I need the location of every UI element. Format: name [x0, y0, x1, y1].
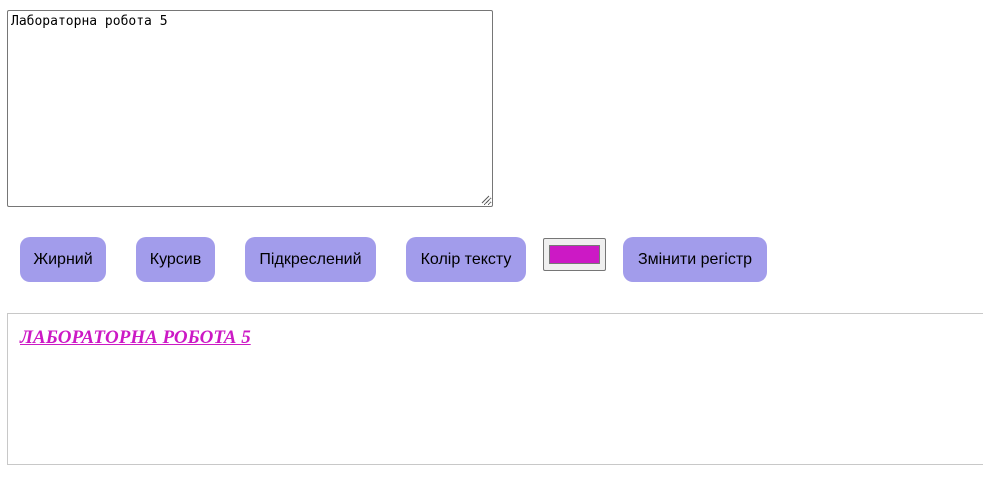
- italic-button[interactable]: Курсив: [136, 237, 215, 282]
- output-preview: Лабораторна робота 5: [7, 313, 983, 465]
- color-swatch: [549, 245, 600, 264]
- output-text: Лабораторна робота 5: [20, 327, 251, 348]
- change-case-button[interactable]: Змінити регістр: [623, 237, 767, 282]
- color-picker[interactable]: [543, 238, 606, 271]
- text-input-container: Лабораторна робота 5: [7, 10, 493, 207]
- bold-button[interactable]: Жирний: [20, 237, 106, 282]
- underline-button[interactable]: Підкреслений: [245, 237, 376, 282]
- text-input-area[interactable]: Лабораторна робота 5: [7, 10, 493, 207]
- text-color-button[interactable]: Колір тексту: [406, 237, 526, 282]
